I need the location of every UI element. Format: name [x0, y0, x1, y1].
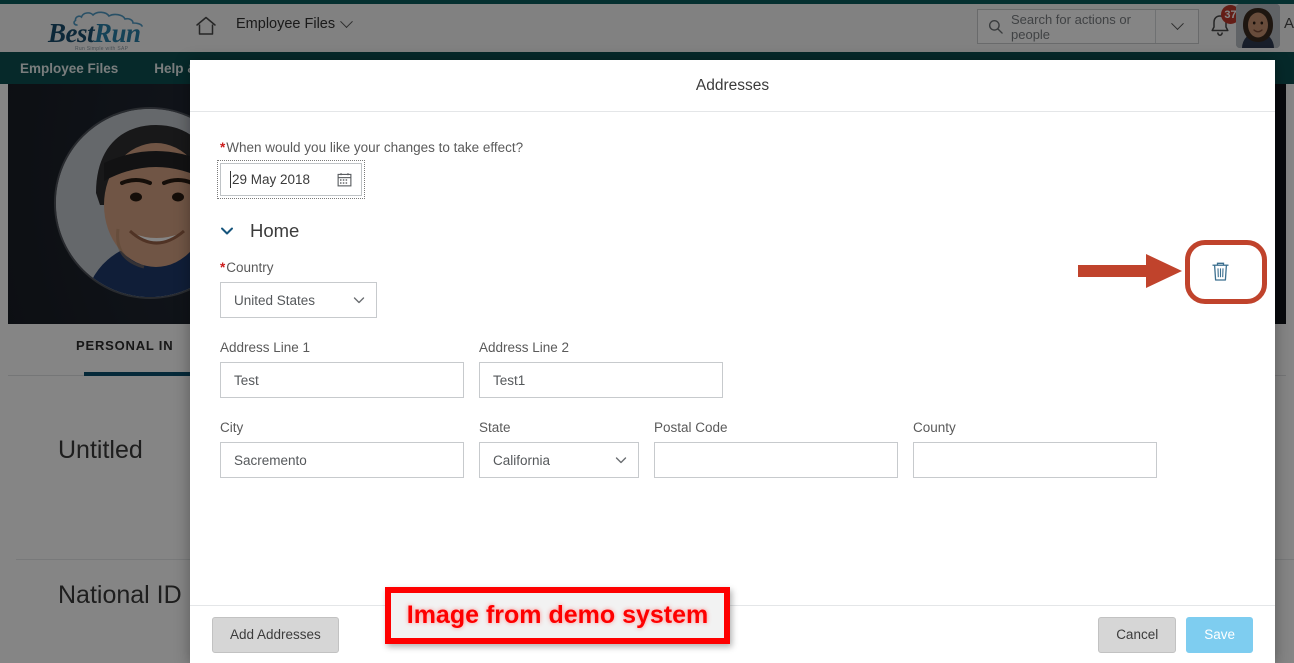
home-section-title: Home: [250, 220, 300, 241]
postal-code-group: Postal Code: [654, 420, 898, 478]
city-label: City: [220, 420, 244, 435]
address-line-2-label: Address Line 2: [479, 340, 570, 355]
required-asterisk: *: [220, 140, 226, 155]
effective-date-label-text: When would you like your changes to take…: [226, 140, 524, 155]
text-caret: [230, 171, 231, 188]
effective-date-value: 29 May 2018: [232, 172, 311, 187]
save-button[interactable]: Save: [1186, 616, 1253, 653]
address-line-1-input[interactable]: Test: [220, 362, 464, 398]
country-label: *Country: [220, 260, 1245, 275]
delete-address-button[interactable]: [1189, 247, 1251, 295]
state-group: State California: [479, 420, 639, 478]
chevron-down-icon[interactable]: [220, 224, 234, 238]
address-line-2-input[interactable]: Test1: [479, 362, 723, 398]
home-section-header[interactable]: Home: [220, 220, 1245, 242]
address-lines-row: Address Line 1 Test Address Line 2 Test1: [220, 340, 1245, 398]
city-group: City Sacremento: [220, 420, 464, 478]
required-asterisk: *: [220, 260, 226, 275]
country-group: *Country United States: [220, 260, 1245, 318]
address-line-1-label: Address Line 1: [220, 340, 311, 355]
demo-watermark: Image from demo system: [385, 587, 730, 644]
chevron-down-icon: [353, 297, 365, 304]
country-label-text: Country: [226, 260, 274, 275]
chevron-down-icon: [615, 457, 627, 464]
address-line-1-value: Test: [234, 372, 259, 388]
demo-watermark-text: Image from demo system: [406, 601, 709, 629]
city-input[interactable]: Sacremento: [220, 442, 464, 478]
effective-date-label: *When would you like your changes to tak…: [220, 140, 1245, 155]
address-line-2-value: Test1: [493, 372, 526, 388]
state-select[interactable]: California: [479, 442, 639, 478]
addresses-modal: Addresses *When would you like your chan…: [190, 60, 1275, 663]
county-input[interactable]: [913, 442, 1157, 478]
modal-body: *When would you like your changes to tak…: [190, 112, 1275, 605]
screenshot-root: BestRun Run Simple with SAP Employee Fil…: [0, 0, 1294, 663]
address-line-1-group: Address Line 1 Test: [220, 340, 464, 398]
modal-footer: Add Addresses Cancel Save: [190, 605, 1275, 663]
country-select[interactable]: United States: [220, 282, 377, 318]
calendar-icon[interactable]: [337, 172, 352, 187]
modal-title: Addresses: [695, 76, 770, 94]
country-value: United States: [234, 292, 316, 308]
city-state-row: City Sacremento State California Postal …: [220, 420, 1245, 478]
add-addresses-button[interactable]: Add Addresses: [212, 616, 339, 653]
state-label: State: [479, 420, 511, 435]
footer-actions: Cancel Save: [1098, 616, 1253, 653]
state-value: California: [493, 452, 551, 468]
trash-icon: [1212, 262, 1228, 281]
city-value: Sacremento: [234, 452, 307, 468]
county-label: County: [913, 420, 956, 435]
postal-code-input[interactable]: [654, 442, 898, 478]
cancel-button[interactable]: Cancel: [1098, 616, 1177, 653]
effective-date-group: *When would you like your changes to tak…: [217, 140, 1245, 199]
modal-header: Addresses: [190, 60, 1275, 112]
postal-code-label: Postal Code: [654, 420, 728, 435]
address-line-2-group: Address Line 2 Test1: [479, 340, 723, 398]
effective-date-input[interactable]: 29 May 2018: [217, 160, 365, 199]
county-group: County: [913, 420, 1157, 478]
